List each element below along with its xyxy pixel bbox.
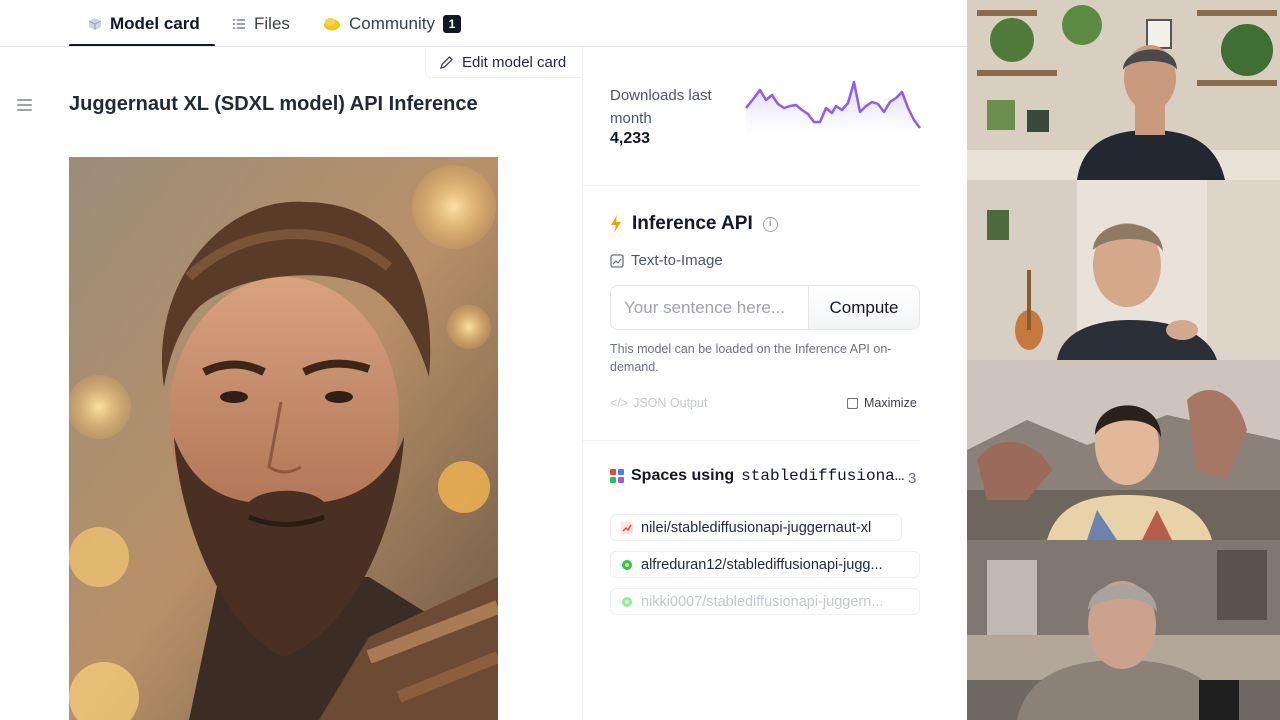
spaces-heading: Spaces using stablediffusionapi/juggerna… [610,467,920,485]
maximize-icon [847,397,858,409]
downloads-count: 4,233 [610,130,651,147]
spaces-icon [610,469,624,483]
cube-icon [88,17,102,30]
model-page: Model card Files Community 1 Edit model … [0,0,967,720]
task-label: Text-to-Image [631,252,723,269]
tab-community-label: Community [349,13,435,33]
chart-emoji-icon [621,521,633,534]
space-item-name: nilei/stablediffusionapi-juggernaut-xl [641,519,872,536]
spaces-heading-label: Spaces using [631,467,735,484]
tab-files-label: Files [254,13,290,33]
maximize-label: Maximize [864,396,917,410]
space-item-name: nikki0007/stablediffusionapi-juggern... [641,593,884,610]
model-sample-image [69,157,498,720]
edit-model-card-label: Edit model card [462,54,567,71]
sentence-input[interactable]: Your sentence here... [610,285,809,330]
model-title: Juggernaut XL (SDXL model) API Inference [69,93,478,115]
tab-model-card-label: Model card [110,13,200,33]
video-tile-participant-1 [967,0,1280,180]
table-of-contents-icon[interactable] [17,99,32,113]
tab-bar-divider [0,46,967,47]
pencil-icon [440,56,453,69]
space-item-name: alfreduran12/stablediffusionapi-jugg... [641,556,883,573]
model-tab-bar: Model card Files Community 1 [0,0,967,47]
video-tile-participant-2 [967,180,1280,360]
edit-model-card-button[interactable]: Edit model card [425,48,582,78]
spaces-repo-name: stablediffusionapi/juggernaut-xl [741,467,906,485]
space-item[interactable]: nilei/stablediffusionapi-juggernaut-xl [610,514,902,541]
spaces-count: 3 [908,470,917,487]
community-count-badge: 1 [442,14,461,33]
tab-model-card[interactable]: Model card [88,0,200,47]
sentence-input-placeholder: Your sentence here... [624,297,785,317]
text-to-image-icon [610,253,624,268]
space-item[interactable]: alfreduran12/stablediffusionapi-jugg... [610,551,920,578]
task-tag[interactable]: Text-to-Image [610,252,723,269]
compute-button[interactable]: Compute [808,285,920,330]
code-icon: </> [610,396,629,410]
lightning-icon [611,215,621,233]
space-emoji-icon [622,596,632,607]
inference-api-label: Inference API [632,213,753,234]
video-tile-participant-3 [967,360,1280,540]
tab-community[interactable]: Community 1 [323,0,461,47]
maximize-button[interactable]: Maximize [847,396,917,410]
json-output-toggle[interactable]: </> JSON Output [610,396,707,410]
sidebar-divider [583,185,920,186]
file-list-icon [233,18,245,29]
video-tile-participant-4 [967,540,1280,720]
downloads-label: Downloads last month [610,87,712,127]
sidebar-border [582,47,583,720]
downloads-sparkline [745,80,921,134]
info-icon[interactable]: i [762,216,778,232]
tab-files[interactable]: Files [232,0,290,47]
community-icon [324,17,340,30]
compute-button-label: Compute [829,297,899,317]
sidebar-divider-2 [583,440,920,441]
json-output-label: JSON Output [633,396,708,410]
inference-api-heading: Inference API i [610,213,778,235]
space-emoji-icon [622,559,632,570]
inference-note: This model can be loaded on the Inferenc… [610,342,892,374]
space-item[interactable]: nikki0007/stablediffusionapi-juggern... [610,588,920,615]
